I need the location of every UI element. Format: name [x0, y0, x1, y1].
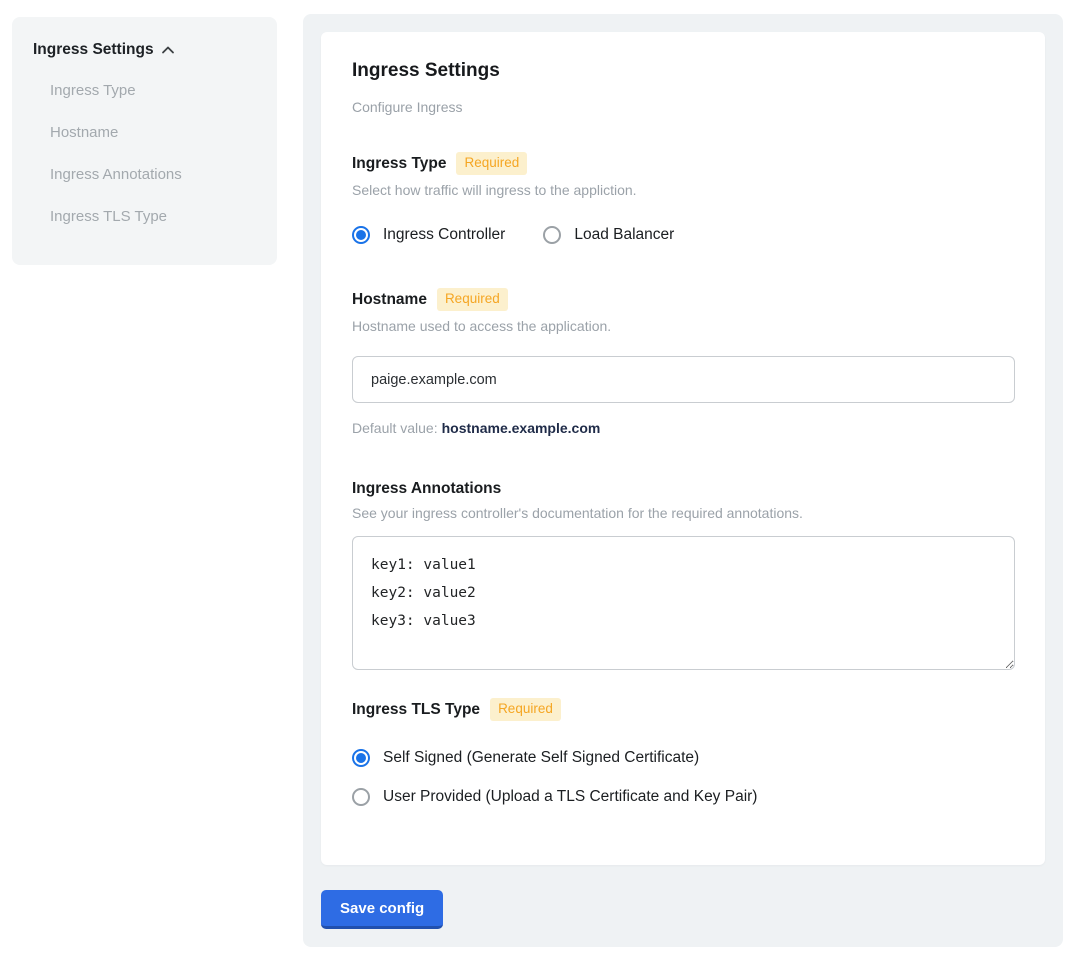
default-value-prefix: Default value:	[352, 420, 438, 436]
field-ingress-annotations: Ingress Annotations See your ingress con…	[352, 480, 1015, 670]
field-ingress-tls-type: Ingress TLS Type Required Self Signed (G…	[352, 698, 1015, 806]
settings-panel: Ingress Settings Configure Ingress Ingre…	[303, 14, 1063, 947]
hostname-input[interactable]	[352, 356, 1015, 403]
required-badge: Required	[490, 698, 561, 721]
radio-ingress-controller[interactable]: Ingress Controller	[352, 226, 505, 244]
chevron-up-icon	[161, 43, 175, 57]
ingress-settings-card: Ingress Settings Configure Ingress Ingre…	[321, 32, 1045, 865]
ingress-annotations-help: See your ingress controller's documentat…	[352, 505, 1015, 521]
radio-label: Ingress Controller	[383, 226, 505, 244]
sidebar-section-title: Ingress Settings	[33, 41, 154, 59]
required-badge: Required	[456, 152, 527, 175]
field-ingress-type: Ingress Type Required Select how traffic…	[352, 152, 1015, 244]
radio-icon	[352, 226, 370, 244]
radio-icon	[352, 749, 370, 767]
page-title: Ingress Settings	[352, 60, 1015, 82]
radio-user-provided[interactable]: User Provided (Upload a TLS Certificate …	[352, 788, 1015, 806]
field-hostname: Hostname Required Hostname used to acces…	[352, 288, 1015, 436]
settings-nav: Ingress Settings Ingress Type Hostname I…	[12, 17, 277, 265]
save-config-button[interactable]: Save config	[321, 890, 443, 929]
hostname-label: Hostname	[352, 291, 427, 309]
radio-load-balancer[interactable]: Load Balancer	[543, 226, 674, 244]
hostname-help: Hostname used to access the application.	[352, 318, 1015, 334]
ingress-annotations-textarea[interactable]: key1: value1 key2: value2 key3: value3	[352, 536, 1015, 670]
sidebar-item-ingress-tls-type[interactable]: Ingress TLS Type	[50, 208, 277, 226]
sidebar-item-ingress-type[interactable]: Ingress Type	[50, 82, 277, 100]
sidebar-item-hostname[interactable]: Hostname	[50, 124, 277, 142]
radio-icon	[352, 788, 370, 806]
radio-self-signed[interactable]: Self Signed (Generate Self Signed Certif…	[352, 749, 1015, 767]
radio-label: User Provided (Upload a TLS Certificate …	[383, 788, 757, 806]
sidebar-item-ingress-annotations[interactable]: Ingress Annotations	[50, 166, 277, 184]
radio-icon	[543, 226, 561, 244]
ingress-type-label: Ingress Type	[352, 155, 446, 173]
default-value-text: hostname.example.com	[442, 420, 601, 436]
page-subtitle: Configure Ingress	[352, 99, 1015, 115]
ingress-type-help: Select how traffic will ingress to the a…	[352, 182, 1015, 198]
sidebar-section-header[interactable]: Ingress Settings	[33, 41, 277, 59]
ingress-tls-type-label: Ingress TLS Type	[352, 701, 480, 719]
hostname-default-value: Default value:hostname.example.com	[352, 420, 1015, 436]
radio-label: Self Signed (Generate Self Signed Certif…	[383, 749, 699, 767]
required-badge: Required	[437, 288, 508, 311]
ingress-annotations-label: Ingress Annotations	[352, 480, 501, 498]
radio-label: Load Balancer	[574, 226, 674, 244]
